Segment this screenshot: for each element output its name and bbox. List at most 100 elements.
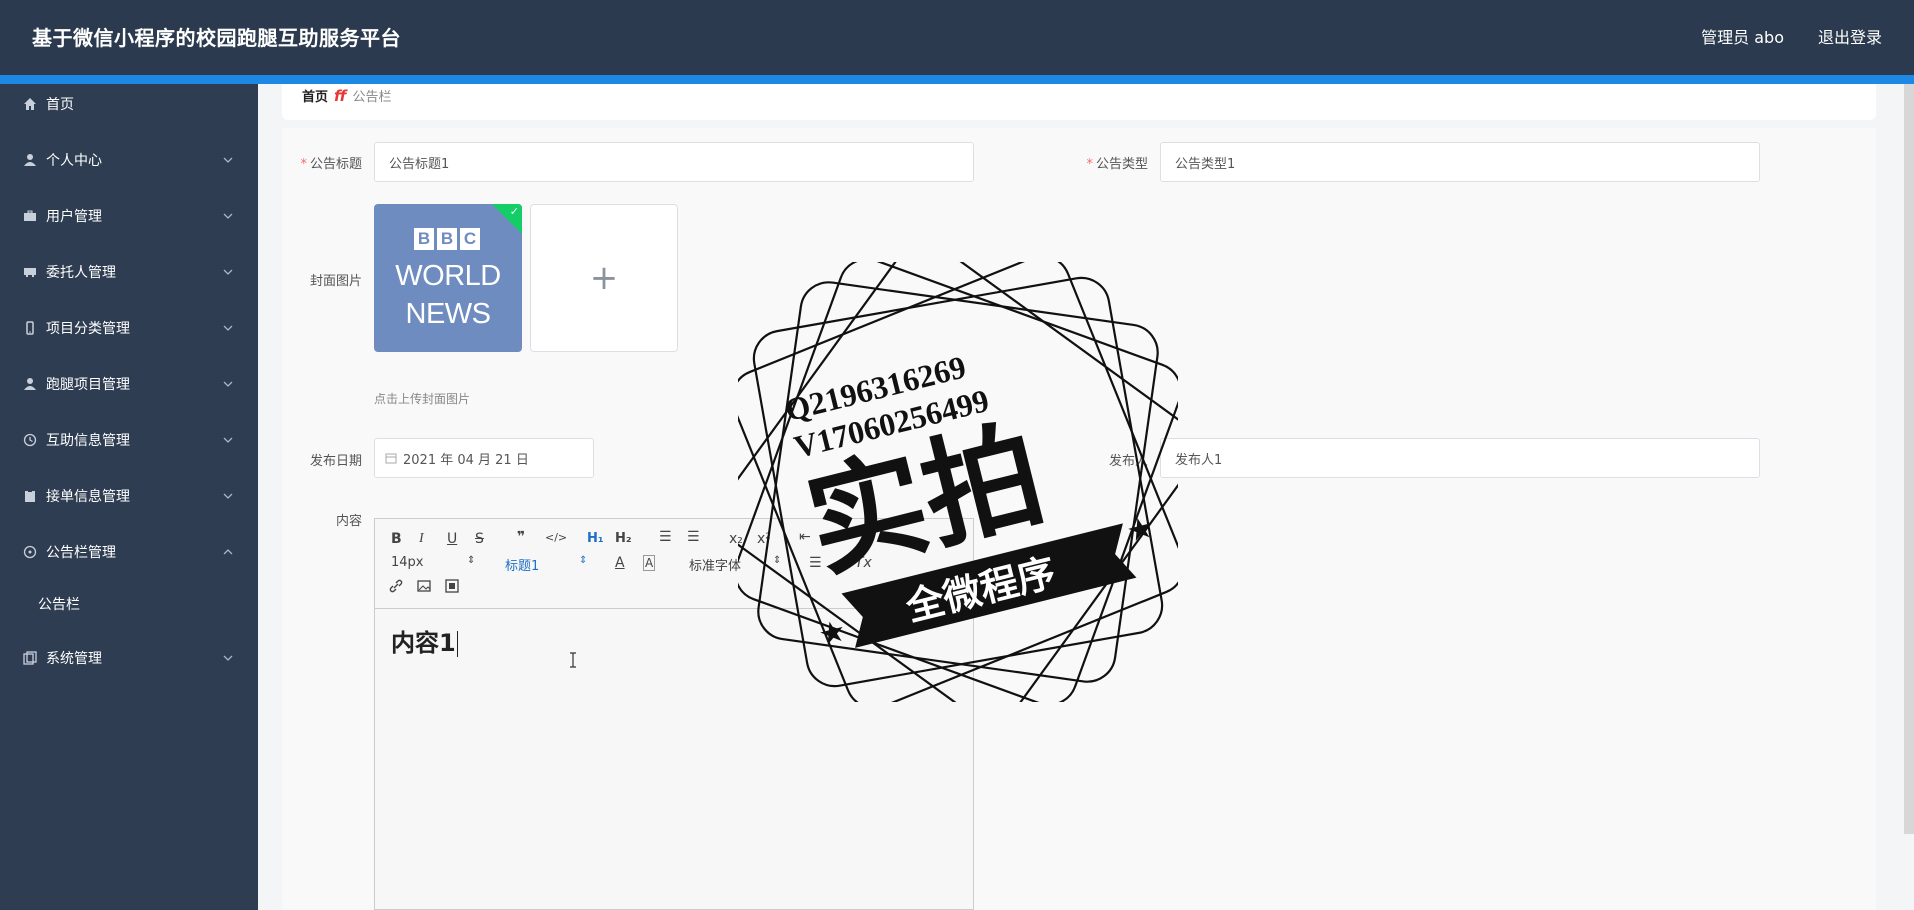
bullet-list-icon[interactable]: ☰ <box>687 529 700 545</box>
heading-select[interactable]: 标题1 <box>505 555 539 574</box>
clipboard-icon <box>22 488 38 504</box>
sidebar-item-label: 项目分类管理 <box>46 321 130 337</box>
ordered-list-icon[interactable]: ☰ <box>659 529 672 545</box>
chevron-down-icon <box>220 432 236 448</box>
editor-text: 内容1 <box>391 629 456 657</box>
title-label: * 公告标题 <box>300 157 362 172</box>
app-title: 基于微信小程序的校园跑腿互助服务平台 <box>32 26 401 50</box>
type-label: * 公告类型 <box>1086 157 1148 172</box>
link-icon[interactable] <box>389 579 403 597</box>
user-icon <box>22 152 38 168</box>
bbc-letter: C <box>460 228 480 250</box>
sidebar-item-label: 跑腿项目管理 <box>46 377 130 393</box>
breadcrumb-home[interactable]: 首页 <box>302 86 328 105</box>
heading-caret-icon: ⇕ <box>579 555 588 566</box>
home-icon <box>22 96 38 112</box>
bbc-logo-blocks: B B C <box>414 228 480 250</box>
sidebar-item-label: 用户管理 <box>46 209 102 225</box>
underline-button[interactable]: U <box>447 531 457 547</box>
sidebar-item-notice-board-management[interactable]: 公告栏管理 <box>0 532 258 572</box>
chevron-down-icon <box>220 650 236 666</box>
sidebar-item-label: 接单信息管理 <box>46 489 130 505</box>
font-size-select[interactable]: 14px <box>391 555 424 570</box>
chevron-down-icon <box>220 488 236 504</box>
sidebar-item-label: 委托人管理 <box>46 265 116 281</box>
sidebar-item-mutual-aid-management[interactable]: 互助信息管理 <box>0 420 258 460</box>
upload-tip: 点击上传封面图片 <box>374 392 471 406</box>
plus-icon: + <box>589 258 619 298</box>
cover-image-line1: WORLD <box>395 260 501 292</box>
chevron-down-icon <box>220 376 236 392</box>
star-icon: ★ <box>1123 510 1158 550</box>
sidebar-item-personal-center[interactable]: 个人中心 <box>0 140 258 180</box>
editor-content-area[interactable]: 内容1 <box>391 623 458 658</box>
type-input[interactable]: 公告类型1 <box>1160 142 1760 182</box>
bold-button[interactable]: B <box>391 531 402 547</box>
image-icon[interactable] <box>417 579 431 597</box>
breadcrumb: 首页 ﬀ 公告栏 <box>302 86 392 106</box>
date-picker[interactable]: 2021 年 04 月 21 日 <box>374 438 594 478</box>
font-family-select[interactable]: 标准字体 <box>689 555 741 574</box>
breadcrumb-separator-icon: ﬀ <box>334 86 347 105</box>
publisher-input[interactable]: 发布人1 <box>1160 438 1760 478</box>
calendar-icon <box>385 452 397 464</box>
bbc-letter: B <box>414 228 434 250</box>
briefcase-icon <box>22 208 38 224</box>
content-label: 内容 <box>335 514 362 529</box>
compass-icon <box>22 544 38 560</box>
chevron-down-icon <box>220 320 236 336</box>
text-caret <box>456 631 458 657</box>
font-color-button[interactable]: A <box>615 555 625 571</box>
sidebar-item-label: 个人中心 <box>46 153 102 169</box>
vertical-scrollbar[interactable] <box>1904 84 1914 834</box>
chevron-down-icon <box>220 152 236 168</box>
breadcrumb-current: 公告栏 <box>352 90 392 105</box>
sidebar-item-home[interactable]: 首页 <box>0 84 258 124</box>
video-icon[interactable] <box>445 579 459 597</box>
sidebar-item-category-management[interactable]: 项目分类管理 <box>0 308 258 348</box>
sidebar-item-label: 系统管理 <box>46 651 102 667</box>
text-cursor-icon <box>569 652 577 672</box>
italic-button[interactable]: I <box>419 531 424 547</box>
cover-label: 封面图片 <box>309 274 362 289</box>
sidebar-item-errand-project-management[interactable]: 跑腿项目管理 <box>0 364 258 404</box>
code-block-button[interactable]: </> <box>545 531 567 544</box>
upload-add-button[interactable]: + <box>530 204 678 352</box>
top-header: 基于微信小程序的校园跑腿互助服务平台 管理员 abo 退出登录 <box>0 0 1914 75</box>
chevron-down-icon <box>220 264 236 280</box>
check-icon: ✓ <box>509 205 519 218</box>
chevron-up-icon <box>220 544 236 560</box>
font-size-caret-icon: ⇕ <box>467 555 476 566</box>
clock-icon <box>22 432 38 448</box>
blockquote-button[interactable]: ❞ <box>517 529 525 545</box>
card-icon <box>22 264 38 280</box>
watermark-stamp: Q2196316269 V17060256499 实拍 全微程序 ★ ★ <box>738 262 1178 702</box>
sidebar-item-client-management[interactable]: 委托人管理 <box>0 252 258 292</box>
background-color-button[interactable]: A <box>643 555 656 571</box>
header-accent-stripe <box>0 75 1914 84</box>
sidebar-subitem-notice-board[interactable]: 公告栏 <box>38 594 80 614</box>
cover-image-thumbnail[interactable]: B B C WORLD NEWS ✓ <box>374 204 522 352</box>
h1-button[interactable]: H₁ <box>587 531 604 546</box>
sidebar: 首页 个人中心 用户管理 委托人管理 项目分类管理 跑腿项目管理 互助信息管理 … <box>0 84 258 910</box>
h2-button[interactable]: H₂ <box>615 531 632 546</box>
sidebar-item-label: 互助信息管理 <box>46 433 130 449</box>
person-icon <box>22 376 38 392</box>
breadcrumb-card <box>282 84 1876 120</box>
strike-button[interactable]: S <box>475 531 484 547</box>
sidebar-item-user-management[interactable]: 用户管理 <box>0 196 258 236</box>
date-value: 2021 年 04 月 21 日 <box>403 452 529 468</box>
sidebar-item-label: 公告栏管理 <box>46 545 116 561</box>
logout-link[interactable]: 退出登录 <box>1818 24 1882 48</box>
sidebar-item-order-management[interactable]: 接单信息管理 <box>0 476 258 516</box>
phone-icon <box>22 320 38 336</box>
chevron-down-icon <box>220 208 236 224</box>
bbc-letter: B <box>437 228 457 250</box>
title-input[interactable]: 公告标题1 <box>374 142 974 182</box>
sidebar-item-system-management[interactable]: 系统管理 <box>0 638 258 678</box>
sidebar-item-label: 首页 <box>46 97 74 113</box>
date-label: 发布日期 <box>309 454 362 469</box>
cover-image-line2: NEWS <box>405 298 492 330</box>
star-icon: ★ <box>815 613 850 653</box>
copy-icon <box>22 650 38 666</box>
